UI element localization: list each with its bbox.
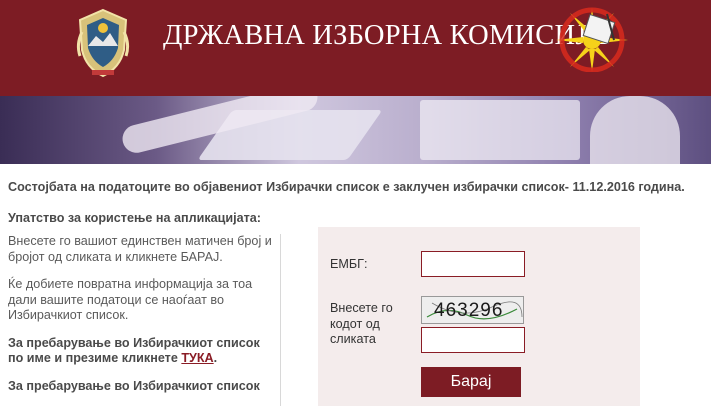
banner-papers — [420, 100, 580, 160]
captcha-input[interactable] — [421, 327, 525, 353]
banner-person — [590, 96, 680, 164]
search-button[interactable]: Барај — [421, 367, 521, 397]
election-commission-emblem-icon — [556, 7, 628, 72]
instructions-title: Упатство за користење на апликацијата: — [8, 211, 261, 225]
captcha-label: Внесете го кодот од сликата — [330, 301, 393, 346]
site-header: ДРЖАВНА ИЗБОРНА КОМИСИЈА — [0, 0, 711, 96]
search-by-name-link[interactable]: ТУКА — [181, 351, 213, 365]
search-by-name-text: За пребарување во Избирачкиот список по … — [8, 335, 260, 366]
search-by-name-end: . — [213, 351, 218, 365]
embg-input[interactable] — [421, 251, 525, 277]
instruction-paragraph-4: За пребарување во Избирачкиот список — [8, 378, 260, 393]
instruction-paragraph-1: Внесете го вашиот единствен матичен број… — [8, 234, 272, 264]
embg-label: ЕМБГ: — [330, 257, 368, 271]
instructions-column: Внесете го вашиот единствен матичен број… — [8, 234, 281, 406]
coat-of-arms-icon — [76, 8, 130, 78]
search-form: ЕМБГ: Внесете го кодот од сликата 463296… — [318, 227, 640, 406]
captcha-image: 463296 — [421, 296, 524, 324]
instruction-paragraph-2: Ќе добиете повратна информација за тоа д… — [8, 277, 253, 322]
page-title: ДРЖАВНА ИЗБОРНА КОМИСИЈА — [163, 20, 608, 51]
instruction-paragraph-3: За пребарување во Избирачкиот список по … — [8, 336, 273, 367]
captcha-code: 463296 — [434, 300, 504, 321]
list-status-text: Состојбата на податоците во објавениот И… — [8, 180, 685, 194]
header-banner-image — [0, 96, 711, 164]
